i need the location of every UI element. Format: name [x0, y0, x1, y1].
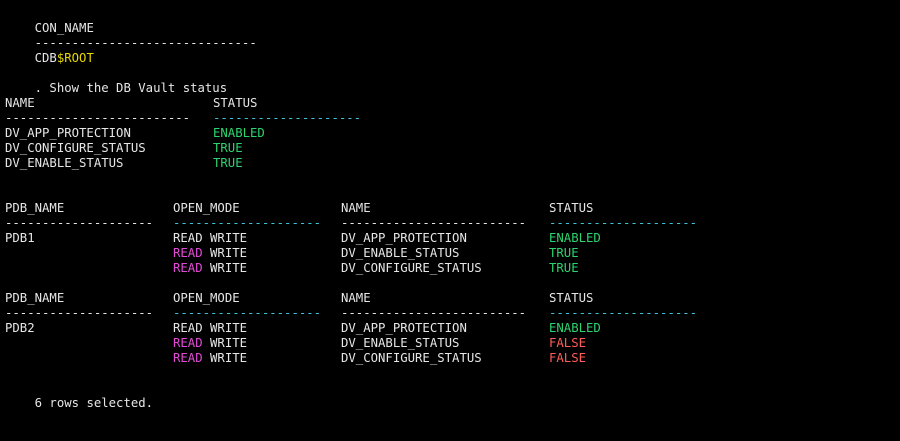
open-mode-word2: WRITE — [210, 321, 248, 335]
open-mode-word1: READ — [173, 261, 203, 275]
table-row: READ WRITE DV_CONFIGURE_STATUS FALSE — [5, 351, 895, 366]
pdb-name-cell: PDB2 — [5, 321, 35, 335]
open-mode-word1: READ — [173, 231, 203, 245]
pdb2-header-status: STATUS — [549, 291, 594, 305]
pdb2-table-dashes: -------------------- -------------------… — [5, 306, 895, 321]
table-row: PDB1 READ WRITE DV_APP_PROTECTION ENABLE… — [5, 231, 895, 246]
open-mode-word2: WRITE — [210, 351, 248, 365]
cdb-row-name: DV_CONFIGURE_STATUS — [5, 141, 146, 155]
cdb-dash-status: -------------------- — [213, 111, 362, 125]
pdb1-header-pdb-name: PDB_NAME — [5, 201, 65, 215]
status-title-line: . Show the DB Vault status — [5, 66, 228, 95]
con-name-value-prefix: CDB — [34, 51, 57, 65]
pdb1-header-name: NAME — [341, 201, 371, 215]
open-mode-word2: WRITE — [210, 261, 248, 275]
open-mode-word2: WRITE — [210, 246, 248, 260]
table-row: PDB2 READ WRITE DV_APP_PROTECTION ENABLE… — [5, 321, 895, 336]
pdb2-dash-open-mode: -------------------- — [173, 306, 322, 320]
pdb1-dash-pdb-name: -------------------- — [5, 216, 154, 230]
open-mode-cell: READ WRITE — [173, 351, 247, 366]
rows-selected-text: 6 rows selected. — [34, 396, 154, 410]
open-mode-cell: READ WRITE — [173, 336, 247, 351]
pdb2-dash-status: -------------------- — [549, 306, 698, 320]
pdb1-table-dashes: -------------------- -------------------… — [5, 216, 895, 231]
con-name-value-suffix: $ROOT — [56, 51, 94, 65]
cdb-table-dashes: ------------------------- --------------… — [5, 111, 895, 126]
open-mode-word2: WRITE — [210, 336, 248, 350]
pdb1-dash-open-mode: -------------------- — [173, 216, 322, 230]
open-mode-cell: READ WRITE — [173, 261, 247, 276]
pdb2-table-header: PDB_NAME OPEN_MODE NAME STATUS — [5, 291, 895, 306]
table-row: READ WRITE DV_ENABLE_STATUS FALSE — [5, 336, 895, 351]
pdb1-dash-status: -------------------- — [549, 216, 698, 230]
cdb-row-name: DV_APP_PROTECTION — [5, 126, 131, 140]
pdb2-header-open-mode: OPEN_MODE — [173, 291, 240, 305]
status-cell: FALSE — [549, 336, 587, 350]
open-mode-word2: WRITE — [210, 231, 248, 245]
table-row: DV_ENABLE_STATUS TRUE — [5, 156, 895, 171]
table-row: DV_APP_PROTECTION ENABLED — [5, 126, 895, 141]
table-row: READ WRITE DV_CONFIGURE_STATUS TRUE — [5, 261, 895, 276]
open-mode-word1: READ — [173, 351, 203, 365]
pdb1-header-open-mode: OPEN_MODE — [173, 201, 240, 215]
cdb-header-status: STATUS — [213, 96, 258, 110]
name-cell: DV_APP_PROTECTION — [341, 321, 467, 335]
cdb-dash-name: ------------------------- — [5, 111, 191, 125]
cdb-row-status: TRUE — [213, 141, 243, 155]
cdb-table-header: NAME STATUS — [5, 96, 895, 111]
pdb1-table-header: PDB_NAME OPEN_MODE NAME STATUS — [5, 201, 895, 216]
cdb-row-status: TRUE — [213, 156, 243, 170]
name-cell: DV_CONFIGURE_STATUS — [341, 261, 482, 275]
open-mode-word1: READ — [173, 336, 203, 350]
cdb-row-status: ENABLED — [213, 126, 265, 140]
con-name-header: CON_NAME — [5, 6, 94, 35]
cdb-header-name: NAME — [5, 96, 35, 110]
open-mode-cell: READ WRITE — [173, 246, 247, 261]
name-cell: DV_CONFIGURE_STATUS — [341, 351, 482, 365]
table-row: DV_CONFIGURE_STATUS TRUE — [5, 141, 895, 156]
status-cell: TRUE — [549, 246, 579, 260]
rows-selected-footer: 6 rows selected. — [5, 381, 153, 410]
pdb2-header-pdb-name: PDB_NAME — [5, 291, 65, 305]
status-cell: TRUE — [549, 261, 579, 275]
name-cell: DV_ENABLE_STATUS — [341, 246, 460, 260]
table-row: READ WRITE DV_ENABLE_STATUS TRUE — [5, 246, 895, 261]
pdb2-dash-name: ------------------------- — [341, 306, 527, 320]
pdb-name-cell: PDB1 — [5, 231, 35, 245]
pdb1-dash-name: ------------------------- — [341, 216, 527, 230]
status-cell: FALSE — [549, 351, 587, 365]
open-mode-cell: READ WRITE — [173, 231, 247, 246]
pdb2-header-name: NAME — [341, 291, 371, 305]
status-cell: ENABLED — [549, 231, 601, 245]
name-cell: DV_ENABLE_STATUS — [341, 336, 460, 350]
open-mode-cell: READ WRITE — [173, 321, 247, 336]
open-mode-word1: READ — [173, 321, 203, 335]
status-title-text: . Show the DB Vault status — [34, 81, 228, 95]
name-cell: DV_APP_PROTECTION — [341, 231, 467, 245]
con-name-value: CDB$ROOT — [5, 36, 94, 65]
terminal-output: CON_NAME ------------------------------ … — [0, 0, 900, 410]
open-mode-word1: READ — [173, 246, 203, 260]
cdb-row-name: DV_ENABLE_STATUS — [5, 156, 124, 170]
con-name-dashes: ------------------------------ — [5, 21, 257, 50]
pdb2-dash-pdb-name: -------------------- — [5, 306, 154, 320]
status-cell: ENABLED — [549, 321, 601, 335]
pdb1-header-status: STATUS — [549, 201, 594, 215]
